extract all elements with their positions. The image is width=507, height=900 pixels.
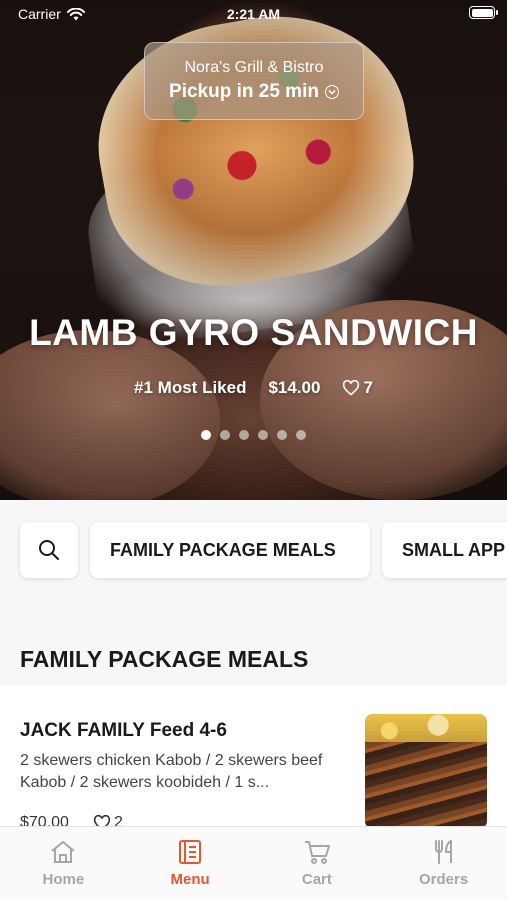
status-time: 2:21 AM	[226, 6, 281, 22]
hero-price: $14.00	[268, 378, 321, 397]
store-selector[interactable]: Nora's Grill & Bistro Pickup in 25 min	[144, 42, 364, 120]
tab-orders[interactable]: Orders	[380, 827, 507, 900]
search-icon	[39, 540, 59, 560]
menu-item-card[interactable]: JACK FAMILY Feed 4-6 2 skewers chicken K…	[0, 686, 507, 836]
status-bar: Carrier 2:21 AM	[0, 0, 507, 28]
carousel-dot[interactable]	[220, 430, 230, 440]
tab-home-label: Home	[42, 871, 85, 888]
tab-orders-label: Orders	[419, 871, 469, 888]
item-description: 2 skewers chicken Kabob / 2 skewers beef…	[20, 752, 323, 791]
carousel-dot[interactable]	[296, 430, 306, 440]
hero-badge: #1 Most Liked	[134, 378, 247, 397]
carousel-dots[interactable]	[0, 430, 507, 440]
carousel-dot[interactable]	[277, 430, 287, 440]
item-name: JACK FAMILY Feed 4-6	[20, 720, 227, 741]
tab-bar: Home Menu Cart Orders	[0, 826, 507, 900]
carousel-dot[interactable]	[201, 430, 211, 440]
tab-home[interactable]: Home	[0, 827, 127, 900]
cart-icon	[304, 841, 330, 864]
tab-menu[interactable]: Menu	[127, 827, 254, 900]
menu-icon	[179, 840, 202, 864]
category-bar[interactable]: FAMILY PACKAGE MEALS SMALL APP	[0, 500, 507, 600]
tab-menu-label: Menu	[170, 871, 210, 888]
hero-meta: #1 Most Liked $14.00 7	[0, 378, 507, 398]
hero-banner[interactable]: Carrier 2:21 AM Nora's Grill & Bistro Pi…	[0, 0, 507, 500]
heart-icon	[343, 380, 360, 396]
item-image	[365, 714, 487, 829]
chevron-down-icon	[324, 85, 339, 99]
tab-cart[interactable]: Cart	[254, 827, 381, 900]
hero-likes-count: 7	[363, 378, 373, 397]
pickup-time: Pickup in 25 min	[145, 81, 363, 103]
pickup-time-label: Pickup in 25 min	[169, 81, 319, 102]
home-icon	[51, 841, 76, 863]
category-tab-family-package-meals[interactable]: FAMILY PACKAGE MEALS	[90, 522, 370, 578]
search-button[interactable]	[20, 522, 78, 578]
hero-likes[interactable]: 7	[342, 378, 373, 398]
store-name: Nora's Grill & Bistro	[184, 59, 324, 76]
category-tab-small-app[interactable]: SMALL APP	[382, 522, 507, 578]
tab-cart-label: Cart	[301, 871, 332, 888]
carousel-dot[interactable]	[239, 430, 249, 440]
carousel-dot[interactable]	[258, 430, 268, 440]
battery-icon	[469, 6, 498, 19]
hero-title: LAMB GYRO SANDWICH	[29, 312, 478, 353]
orders-icon	[434, 840, 452, 864]
section-title: FAMILY PACKAGE MEALS	[20, 646, 309, 672]
